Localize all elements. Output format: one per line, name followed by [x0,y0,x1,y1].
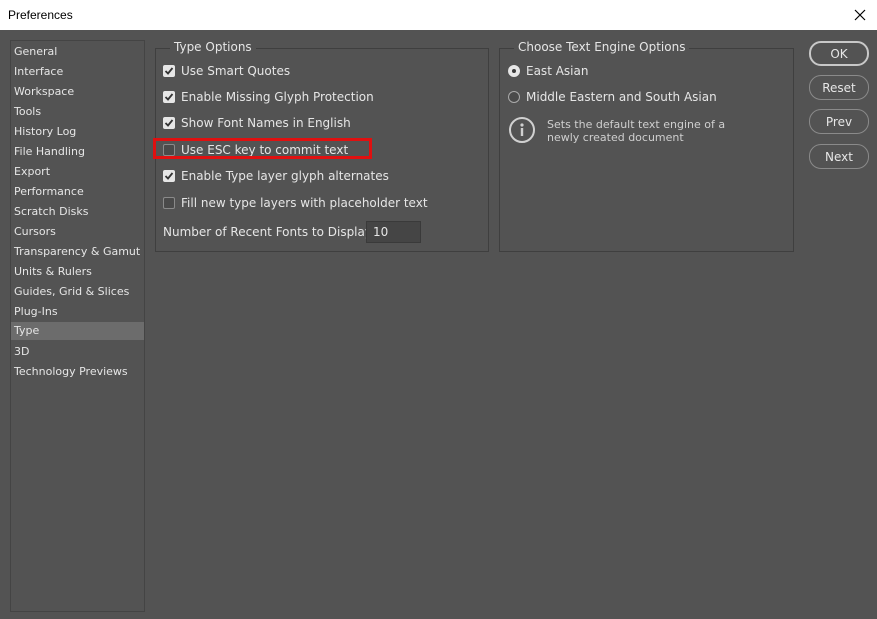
window-title: Preferences [8,8,73,22]
ok-button[interactable]: OK [809,41,869,66]
info-icon [509,117,535,143]
reset-button[interactable]: Reset [809,75,869,100]
option-label: Show Font Names in English [181,116,351,130]
checkmark-icon [164,93,174,101]
checkbox-checked[interactable] [163,65,175,77]
sidebar-item-type[interactable]: Type [11,322,144,340]
recent-fonts-row: Number of Recent Fonts to Display: [163,223,375,241]
checkmark-icon [164,172,174,180]
recent-fonts-input[interactable]: 10 [366,221,421,243]
checkbox-checked[interactable] [163,91,175,103]
option-label: Middle Eastern and South Asian [526,90,717,104]
prev-button[interactable]: Prev [809,109,869,134]
enable-type-layer-glyph-alternates-option[interactable]: Enable Type layer glyph alternates [163,167,389,185]
sidebar-item-interface[interactable]: Interface [11,63,144,81]
east-asian-option[interactable]: East Asian [508,62,588,80]
sidebar-item-units-rulers[interactable]: Units & Rulers [11,263,144,281]
sidebar-item-cursors[interactable]: Cursors [11,223,144,241]
text-engine-legend: Choose Text Engine Options [514,40,690,54]
info-line-2: newly created document [547,131,684,144]
sidebar-item-workspace[interactable]: Workspace [11,83,144,101]
sidebar-item-tools[interactable]: Tools [11,103,144,121]
option-label: Use Smart Quotes [181,64,291,78]
option-label: Fill new type layers with placeholder te… [181,196,428,210]
fill-new-type-layers-option[interactable]: Fill new type layers with placeholder te… [163,194,428,212]
recent-fonts-label: Number of Recent Fonts to Display: [163,225,376,239]
radio-selected[interactable] [508,65,520,77]
middle-eastern-south-asian-option[interactable]: Middle Eastern and South Asian [508,88,717,106]
sidebar-item-file-handling[interactable]: File Handling [11,143,144,161]
info-line-1: Sets the default text engine of a [547,118,726,131]
sidebar-item-scratch-disks[interactable]: Scratch Disks [11,203,144,221]
option-label: Enable Type layer glyph alternates [181,169,389,183]
option-label: Enable Missing Glyph Protection [181,90,374,104]
sidebar-item-guides-grid-slices[interactable]: Guides, Grid & Slices [11,283,144,301]
option-label: East Asian [526,64,589,78]
next-button[interactable]: Next [809,144,869,169]
checkmark-icon [164,119,174,127]
radio-unselected[interactable] [508,91,520,103]
close-icon [854,9,866,21]
close-button[interactable] [843,0,877,30]
title-bar: Preferences [0,0,877,30]
checkbox-checked[interactable] [163,170,175,182]
type-options-legend: Type Options [170,40,256,54]
sidebar-item-technology-previews[interactable]: Technology Previews [11,363,144,381]
preferences-sidebar: General Interface Workspace Tools Histor… [10,40,145,612]
sidebar-item-general[interactable]: General [11,43,144,61]
sidebar-item-performance[interactable]: Performance [11,183,144,201]
checkbox-unchecked[interactable] [163,197,175,209]
sidebar-item-export[interactable]: Export [11,163,144,181]
annotation-highlight-box [153,138,372,159]
sidebar-item-history-log[interactable]: History Log [11,123,144,141]
text-engine-info: Sets the default text engine of a newly … [547,118,725,144]
sidebar-item-transparency-gamut[interactable]: Transparency & Gamut [11,243,144,261]
checkbox-checked[interactable] [163,117,175,129]
checkmark-icon [164,67,174,75]
sidebar-item-plug-ins[interactable]: Plug-Ins [11,303,144,321]
sidebar-item-3d[interactable]: 3D [11,343,144,361]
show-font-names-in-english-option[interactable]: Show Font Names in English [163,114,351,132]
enable-missing-glyph-protection-option[interactable]: Enable Missing Glyph Protection [163,88,374,106]
use-smart-quotes-option[interactable]: Use Smart Quotes [163,62,290,80]
